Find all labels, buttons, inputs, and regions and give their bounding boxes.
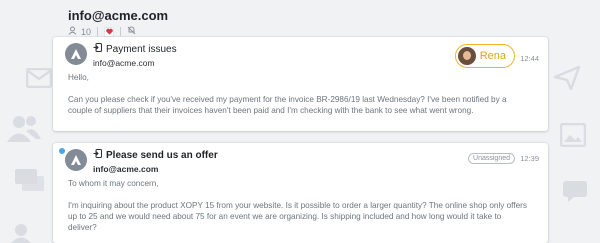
contact-email: info@acme.com <box>68 8 169 23</box>
divider <box>97 27 99 36</box>
avatar-a-icon <box>65 43 87 65</box>
message-body: Hello, Can you please check if you've re… <box>68 72 528 116</box>
message-subject: Please send us an offer <box>93 149 218 161</box>
conversation-count: 10 <box>81 26 92 37</box>
inbound-icon <box>93 149 102 161</box>
send-bg-icon <box>553 65 581 91</box>
subject-text: Please send us an offer <box>106 149 218 161</box>
subject-text: Payment issues <box>106 43 177 55</box>
avatar-a-icon <box>65 149 87 171</box>
message-greeting: Hello, <box>68 73 89 82</box>
message-subject: Payment issues <box>93 43 177 55</box>
message-greeting: To whom it may concern, <box>68 179 159 188</box>
assignee-chip[interactable]: Rena <box>454 44 515 68</box>
message-head: Payment issues info@acme.com <box>93 43 177 68</box>
status-badge[interactable]: Unassigned <box>468 153 515 164</box>
message-body: To whom it may concern, I'm inquiring ab… <box>68 178 528 233</box>
message-head: Please send us an offer info@acme.com <box>93 149 218 174</box>
chat-right-bg-icon <box>562 180 588 202</box>
assignee-name: Rena <box>479 50 506 62</box>
contact-meta: 10 <box>68 26 168 37</box>
people-bg-icon <box>6 113 42 143</box>
unread-dot <box>59 148 65 154</box>
message-card[interactable]: Payment issues info@acme.com Rena 12:44 … <box>53 37 548 131</box>
message-card[interactable]: Please send us an offer info@acme.com Un… <box>53 143 548 243</box>
message-paragraph: I'm inquiring about the product XOPY 15 … <box>68 201 527 232</box>
message-paragraph: Can you please check if you've received … <box>68 95 507 115</box>
chat-bg-icon <box>14 168 46 194</box>
envelope-bg-icon <box>26 68 52 88</box>
inbound-icon <box>93 43 102 55</box>
sender-email: info@acme.com <box>93 58 155 68</box>
image-bg-icon <box>560 123 586 147</box>
no-notify-icon[interactable] <box>127 26 136 37</box>
heart-icon[interactable] <box>104 26 115 37</box>
message-time: 12:44 <box>520 54 539 63</box>
people-icon <box>68 26 77 37</box>
divider <box>120 27 122 36</box>
message-time: 12:39 <box>520 154 539 163</box>
contact-header: info@acme.com 10 <box>68 8 168 37</box>
sender-email: info@acme.com <box>93 164 159 174</box>
assignee-avatar <box>457 47 476 65</box>
person-bg-icon <box>10 222 32 243</box>
